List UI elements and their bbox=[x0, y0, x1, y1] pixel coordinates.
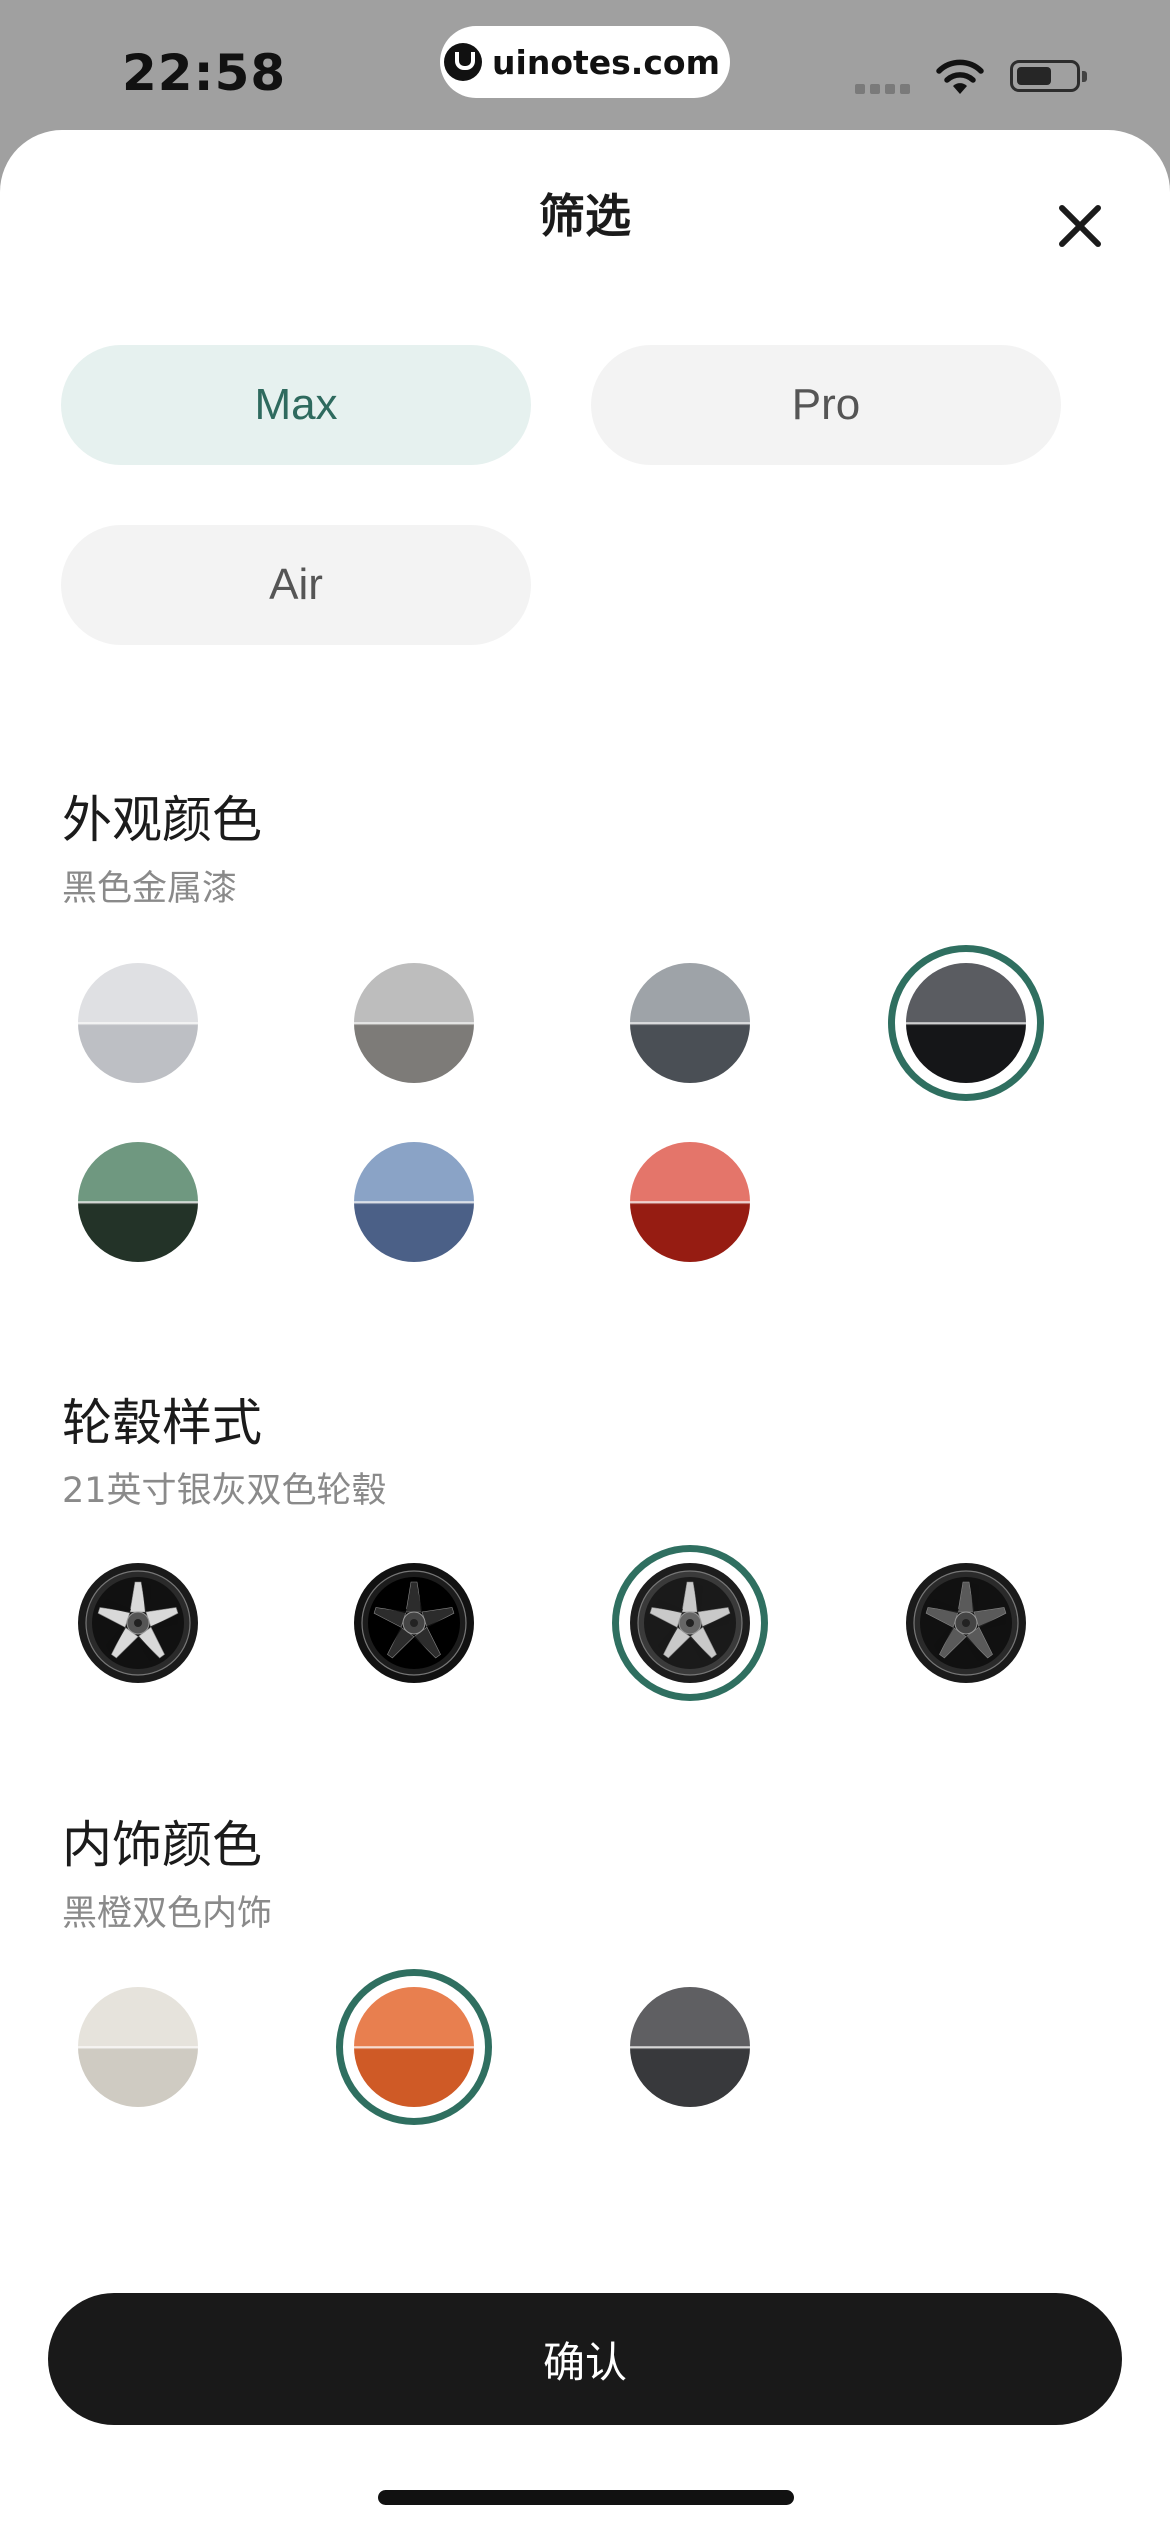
wheel-option-icon[interactable] bbox=[77, 1562, 199, 1684]
interior-swatch[interactable] bbox=[78, 1987, 198, 2107]
url-text: uinotes.com bbox=[492, 42, 720, 82]
close-button[interactable] bbox=[1040, 186, 1120, 266]
battery-icon bbox=[1010, 60, 1087, 92]
wifi-icon bbox=[936, 59, 984, 94]
wheel-option-icon[interactable] bbox=[353, 1562, 475, 1684]
sheet-title: 筛选 bbox=[539, 189, 631, 243]
filter-sheet: 筛选 Max Pro Air 外观颜色 黑色金属漆 轮毂样式 21英寸银灰双色轮… bbox=[0, 130, 1170, 2532]
exterior-swatch[interactable] bbox=[354, 963, 474, 1083]
interior-color-selected: 黑橙双色内饰 bbox=[62, 1894, 273, 1934]
status-time: 22:58 bbox=[122, 44, 287, 102]
trim-option-max[interactable]: Max bbox=[61, 345, 531, 465]
exterior-swatch[interactable] bbox=[78, 963, 198, 1083]
exterior-swatch[interactable] bbox=[630, 963, 750, 1083]
wheel-option-icon[interactable] bbox=[905, 1562, 1027, 1684]
exterior-swatch[interactable] bbox=[78, 1142, 198, 1262]
trim-option-air[interactable]: Air bbox=[61, 525, 531, 645]
exterior-swatch-selected[interactable] bbox=[906, 963, 1026, 1083]
site-logo-icon bbox=[444, 43, 483, 81]
cellular-signal-icon bbox=[855, 84, 910, 94]
wheel-style-selected: 21英寸银灰双色轮毂 bbox=[62, 1471, 387, 1511]
interior-color-title: 内饰颜色 bbox=[62, 1816, 262, 1874]
interior-swatch[interactable] bbox=[630, 1987, 750, 2107]
confirm-button[interactable]: 确认 bbox=[48, 2293, 1122, 2425]
home-indicator bbox=[378, 2490, 794, 2505]
wheel-option-icon-selected[interactable] bbox=[629, 1562, 751, 1684]
exterior-swatch[interactable] bbox=[354, 1142, 474, 1262]
close-icon bbox=[1059, 205, 1101, 247]
status-bar: 22:58 uinotes.com bbox=[0, 0, 1170, 135]
interior-swatch-selected[interactable] bbox=[354, 1987, 474, 2107]
wheel-style-title: 轮毂样式 bbox=[62, 1394, 262, 1452]
trim-option-pro[interactable]: Pro bbox=[591, 345, 1061, 465]
exterior-swatch[interactable] bbox=[630, 1142, 750, 1262]
exterior-color-selected: 黑色金属漆 bbox=[62, 869, 238, 909]
url-pill[interactable]: uinotes.com bbox=[440, 26, 730, 98]
exterior-color-title: 外观颜色 bbox=[62, 791, 262, 849]
